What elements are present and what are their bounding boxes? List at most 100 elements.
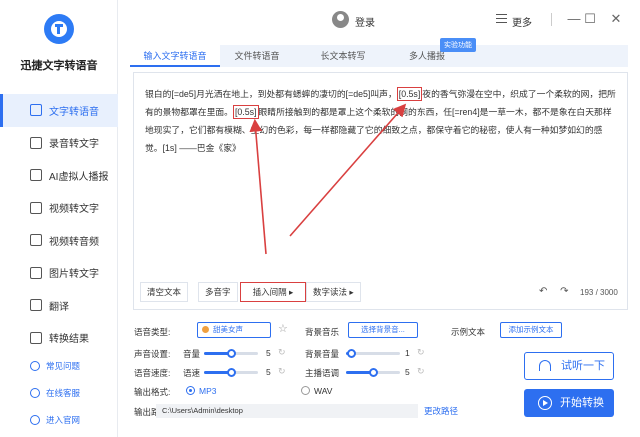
volume-value: 5 — [266, 348, 271, 358]
sidebar-item-results[interactable]: 转换结果 — [0, 322, 118, 355]
clear-text-button[interactable]: 清空文本 — [140, 282, 189, 302]
faq-link-label: 常见问题 — [46, 360, 81, 371]
editor-text[interactable]: 银白的[=de5]月光洒在地上，到处都有蟋蟀的凄切的[=de5]叫声， [0.5s… — [145, 85, 617, 157]
online-service-link-label: 在线客服 — [46, 387, 81, 398]
rate-reset-icon[interactable]: ↻ — [278, 366, 286, 377]
sidebar-item-label: 翻译 — [49, 301, 69, 313]
sidebar-item-ai-avatar[interactable]: AI虚拟人播报 — [0, 159, 118, 192]
faq-link[interactable]: 常见问题 — [0, 352, 118, 379]
headphone-icon — [539, 360, 551, 371]
sidebar-item-label: 视频转音频 — [49, 236, 99, 248]
polyphone-button[interactable]: 多音字 — [198, 282, 238, 302]
bg-volume-slider-knob[interactable] — [346, 349, 356, 358]
preview-button[interactable]: 试听一下 — [524, 352, 614, 380]
volume-slider-knob[interactable] — [226, 349, 236, 358]
minimize-button[interactable]: — — [566, 11, 582, 27]
start-convert-label: 开始转换 — [560, 397, 604, 409]
rate-slider-knob[interactable] — [226, 368, 236, 377]
voice-type-label: 语音类型: — [134, 327, 171, 337]
bg-music-label: 背景音乐 — [305, 327, 340, 337]
tab-long-text[interactable]: 长文本转写 — [306, 45, 380, 67]
online-service-link[interactable]: 在线客服 — [0, 379, 118, 406]
pitch-slider[interactable] — [346, 368, 400, 377]
sidebar-item-label: 视频转文字 — [49, 204, 99, 216]
tab-input-text[interactable]: 输入文字转语音 — [130, 45, 220, 67]
sidebar-item-video-to-audio[interactable]: 视频转音频 — [0, 224, 118, 257]
avatar-icon — [30, 169, 42, 182]
service-icon — [30, 387, 40, 398]
pitch-reset-icon[interactable]: ↻ — [417, 366, 425, 377]
bg-volume-label: 背景音量 — [305, 349, 340, 359]
sidebar-links: 常见问题 在线客服 进入官网 — [0, 352, 118, 433]
bg-volume-slider[interactable] — [346, 349, 400, 358]
format-wav-label: WAV — [314, 386, 333, 396]
favorite-star-icon[interactable]: ☆ — [278, 322, 288, 335]
website-link-label: 进入官网 — [46, 414, 81, 425]
experimental-badge: 实验功能 — [440, 38, 476, 52]
close-button[interactable]: ✕ — [608, 11, 624, 27]
undo-icon[interactable]: ↶ — [539, 286, 547, 297]
bg-volume-reset-icon[interactable]: ↻ — [417, 347, 425, 358]
preview-button-label: 试听一下 — [561, 360, 605, 372]
change-path-link[interactable]: 更改路径 — [424, 405, 458, 417]
character-counter: 193 / 3000 — [580, 288, 618, 297]
pause-marker: [0.5s] — [232, 105, 259, 119]
website-icon — [30, 414, 40, 425]
title-bar: 登录 更多 — ☐ ✕ — [118, 0, 640, 40]
user-avatar-icon[interactable] — [332, 11, 349, 28]
voice-settings-label: 声音设置: — [134, 349, 171, 359]
sample-text-label: 示例文本 — [451, 327, 486, 337]
editor-text-part: 银白的[=de5]月光洒在地上，到处都有蟋蟀的凄切的[=de5]叫声， — [145, 89, 397, 99]
video-audio-icon — [30, 234, 42, 247]
volume-reset-icon[interactable]: ↻ — [278, 347, 286, 358]
add-sample-text-button[interactable]: 添加示例文本 — [500, 322, 562, 338]
format-mp3-label: MP3 — [199, 386, 217, 396]
website-link[interactable]: 进入官网 — [0, 406, 118, 433]
voice-select-button[interactable]: 甜美女声 — [197, 322, 271, 338]
tab-file-to-speech[interactable]: 文件转语音 — [220, 45, 294, 67]
image-text-icon — [30, 266, 42, 279]
sidebar-item-video-to-text[interactable]: 视频转文字 — [0, 192, 118, 225]
bg-volume-value: 1 — [405, 348, 410, 358]
rate-slider[interactable] — [204, 368, 258, 377]
sidebar-item-label: 图片转文字 — [49, 269, 99, 281]
more-button[interactable]: 更多 — [512, 14, 532, 29]
pitch-value: 5 — [405, 367, 410, 377]
sidebar: 迅捷文字转语音 文字转语音 录音转文字 AI虚拟人播报 视频转文字 视频转音频 … — [0, 0, 118, 437]
maximize-button[interactable]: ☐ — [582, 11, 598, 27]
record-icon — [30, 136, 42, 149]
sidebar-item-label: AI虚拟人播报 — [49, 171, 109, 183]
undo-redo: ↶ ↷ — [539, 286, 569, 297]
format-label: 输出格式: — [134, 387, 171, 397]
format-mp3-radio[interactable] — [186, 386, 195, 395]
start-convert-button[interactable]: 开始转换 — [524, 389, 614, 417]
volume-slider[interactable] — [204, 349, 258, 358]
pitch-slider-knob[interactable] — [368, 368, 378, 377]
app-name: 迅捷文字转语音 — [20, 60, 98, 72]
output-path-field[interactable]: C:\Users\Admin\desktop — [156, 404, 418, 418]
menu-icon[interactable] — [496, 14, 507, 23]
sidebar-item-translate[interactable]: 翻译 — [0, 289, 118, 322]
title-divider — [551, 13, 552, 26]
video-text-icon — [30, 201, 42, 214]
number-reading-button[interactable]: 数字读法 ▸ — [306, 282, 361, 302]
sidebar-item-record-to-text[interactable]: 录音转文字 — [0, 127, 118, 160]
question-icon — [30, 360, 40, 371]
sidebar-item-text-to-speech[interactable]: 文字转语音 — [0, 94, 118, 127]
redo-icon[interactable]: ↷ — [560, 286, 568, 297]
pitch-label: 主播语调 — [305, 368, 340, 378]
insert-pause-button[interactable]: 插入间隔 ▸ — [240, 282, 306, 302]
result-icon — [30, 331, 42, 344]
rate-label: 语速 — [183, 368, 201, 378]
sidebar-nav: 文字转语音 录音转文字 AI虚拟人播报 视频转文字 视频转音频 图片转文字 翻译 — [0, 94, 118, 354]
bg-music-button[interactable]: 选择背景音... — [348, 322, 418, 338]
sidebar-item-label: 转换结果 — [49, 334, 89, 346]
text-editor[interactable]: 银白的[=de5]月光洒在地上，到处都有蟋蟀的凄切的[=de5]叫声， [0.5s… — [133, 72, 628, 310]
text-voice-icon — [30, 104, 42, 117]
sidebar-item-label: 文字转语音 — [49, 106, 99, 118]
format-wav-radio[interactable] — [301, 386, 310, 395]
speed-label: 语音速度: — [134, 368, 171, 378]
login-button[interactable]: 登录 — [355, 14, 375, 29]
sidebar-item-image-to-text[interactable]: 图片转文字 — [0, 257, 118, 290]
rate-value: 5 — [266, 367, 271, 377]
